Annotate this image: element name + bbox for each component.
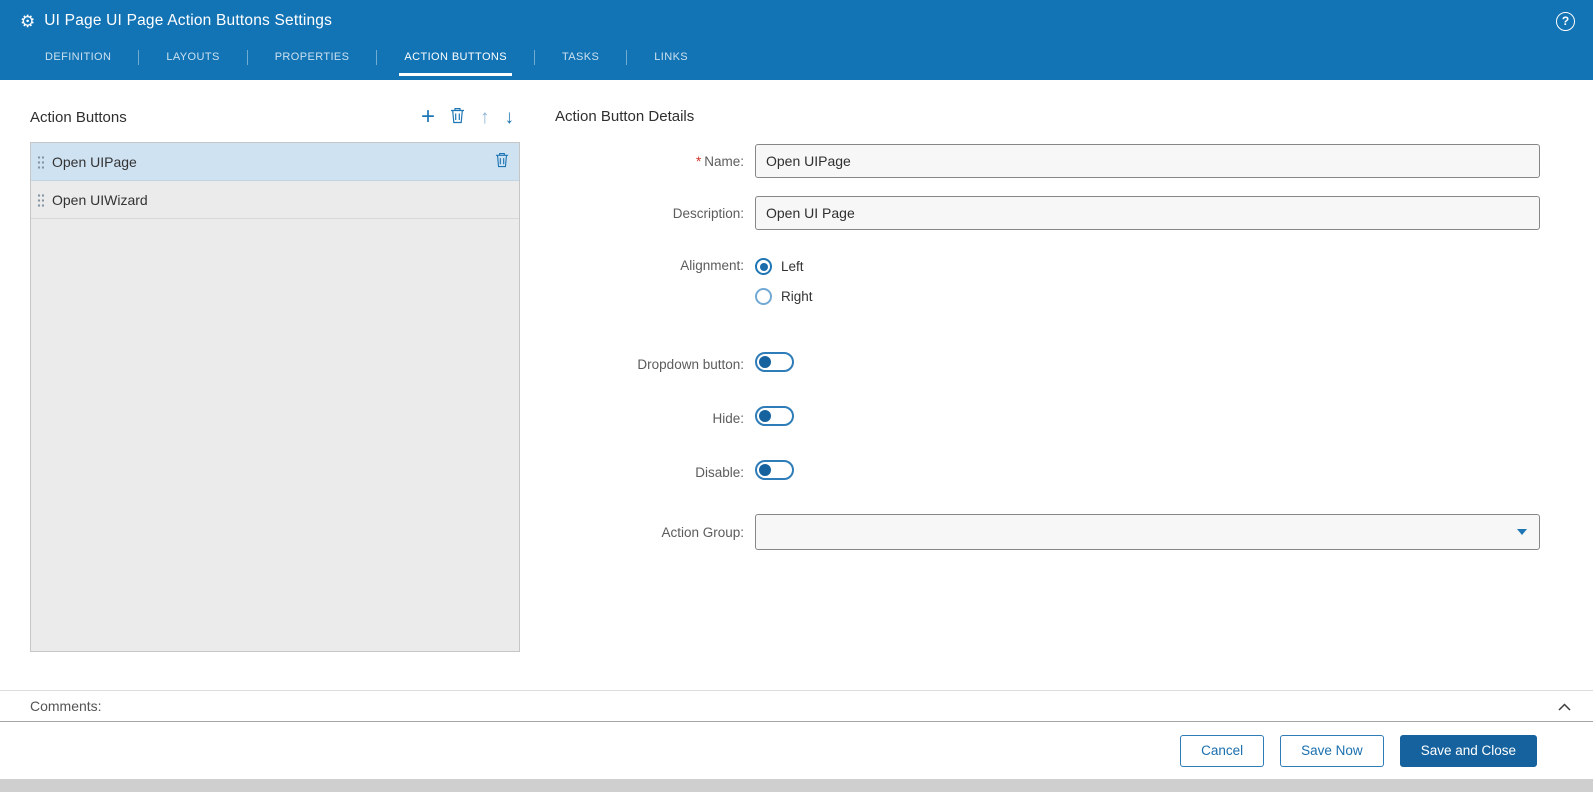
hide-row: Hide:	[555, 406, 1540, 431]
tab-bar: DEFINITION LAYOUTS PROPERTIES ACTION BUT…	[0, 38, 1593, 76]
dropdown-button-row: Dropdown button:	[555, 352, 1540, 377]
name-label: *Name:	[555, 154, 755, 169]
radio-left[interactable]	[755, 258, 772, 275]
comments-bar: Comments:	[0, 690, 1593, 722]
action-buttons-list: Open UIPage Open UIWizard	[30, 142, 520, 652]
arrow-up-icon: ↑	[480, 108, 490, 127]
drag-handle-icon[interactable]	[37, 155, 44, 169]
toggle-knob	[759, 464, 771, 476]
tab-action-buttons[interactable]: ACTION BUTTONS	[399, 38, 512, 76]
trash-icon	[450, 107, 465, 126]
tab-properties[interactable]: PROPERTIES	[270, 38, 355, 76]
alignment-row: Alignment: Left Right	[555, 258, 1540, 318]
disable-row: Disable:	[555, 460, 1540, 485]
action-buttons-panel-header: Action Buttons + ↑ ↓	[30, 102, 520, 132]
list-item-label: Open UIPage	[52, 154, 137, 170]
tab-layouts[interactable]: LAYOUTS	[161, 38, 224, 76]
add-button[interactable]: +	[421, 105, 435, 129]
tab-tasks[interactable]: TASKS	[557, 38, 604, 76]
move-down-button[interactable]: ↓	[505, 108, 515, 127]
radio-right[interactable]	[755, 288, 772, 305]
hide-label: Hide:	[555, 411, 755, 426]
list-item-open-uiwizard[interactable]: Open UIWizard	[31, 181, 519, 219]
action-group-select[interactable]	[755, 514, 1540, 550]
window-bottom-strip	[0, 779, 1593, 792]
alignment-label: Alignment:	[555, 258, 755, 273]
footer-actions: Cancel Save Now Save and Close	[0, 722, 1593, 779]
list-toolbar: + ↑ ↓	[421, 105, 520, 129]
drag-handle-icon[interactable]	[37, 193, 44, 207]
description-input[interactable]	[755, 196, 1540, 230]
action-button-details-panel: Action Button Details *Name: Description…	[555, 102, 1540, 690]
description-row: Description:	[555, 196, 1540, 230]
disable-toggle[interactable]	[755, 460, 794, 480]
tab-separator	[138, 50, 139, 65]
move-up-button[interactable]: ↑	[480, 108, 490, 127]
plus-icon: +	[421, 105, 435, 129]
disable-label: Disable:	[555, 465, 755, 480]
details-heading: Action Button Details	[555, 102, 1540, 132]
trash-icon	[495, 152, 509, 171]
tab-separator	[626, 50, 627, 65]
arrow-down-icon: ↓	[505, 108, 515, 127]
comments-label: Comments:	[30, 698, 102, 714]
delete-button[interactable]	[450, 107, 465, 126]
dropdown-button-label: Dropdown button:	[555, 357, 755, 372]
dropdown-button-toggle[interactable]	[755, 352, 794, 372]
caret-down-icon	[1517, 529, 1527, 535]
app-header: ⚙ UI Page UI Page Action Buttons Setting…	[0, 0, 1593, 80]
list-item-label: Open UIWizard	[52, 192, 148, 208]
radio-left-label: Left	[781, 259, 804, 274]
action-group-row: Action Group:	[555, 514, 1540, 550]
comments-collapse-button[interactable]	[1558, 699, 1571, 714]
save-and-close-button[interactable]: Save and Close	[1400, 735, 1537, 767]
action-group-label: Action Group:	[555, 525, 755, 540]
title-row: ⚙ UI Page UI Page Action Buttons Setting…	[0, 0, 1593, 38]
help-icon[interactable]: ?	[1556, 12, 1575, 31]
main-content: Action Buttons + ↑ ↓	[0, 80, 1593, 690]
gear-icon: ⚙	[20, 13, 35, 30]
tab-definition[interactable]: DEFINITION	[40, 38, 116, 76]
list-item-open-uipage[interactable]: Open UIPage	[31, 143, 519, 181]
tab-separator	[247, 50, 248, 65]
toggle-knob	[759, 356, 771, 368]
action-buttons-panel: Action Buttons + ↑ ↓	[30, 102, 520, 690]
action-buttons-heading: Action Buttons	[30, 109, 127, 126]
row-delete-button[interactable]	[495, 152, 509, 171]
name-row: *Name:	[555, 144, 1540, 178]
tab-separator	[534, 50, 535, 65]
alignment-left-option[interactable]: Left	[755, 258, 1540, 275]
page-title: UI Page UI Page Action Buttons Settings	[44, 12, 332, 30]
required-asterisk: *	[696, 154, 701, 169]
description-label: Description:	[555, 206, 755, 221]
name-input[interactable]	[755, 144, 1540, 178]
cancel-button[interactable]: Cancel	[1180, 735, 1264, 767]
toggle-knob	[759, 410, 771, 422]
hide-toggle[interactable]	[755, 406, 794, 426]
tab-links[interactable]: LINKS	[649, 38, 693, 76]
radio-right-label: Right	[781, 289, 813, 304]
settings-window: ⚙ UI Page UI Page Action Buttons Setting…	[0, 0, 1593, 792]
chevron-up-icon	[1558, 699, 1571, 714]
save-now-button[interactable]: Save Now	[1280, 735, 1384, 767]
alignment-right-option[interactable]: Right	[755, 288, 1540, 305]
tab-separator	[376, 50, 377, 65]
